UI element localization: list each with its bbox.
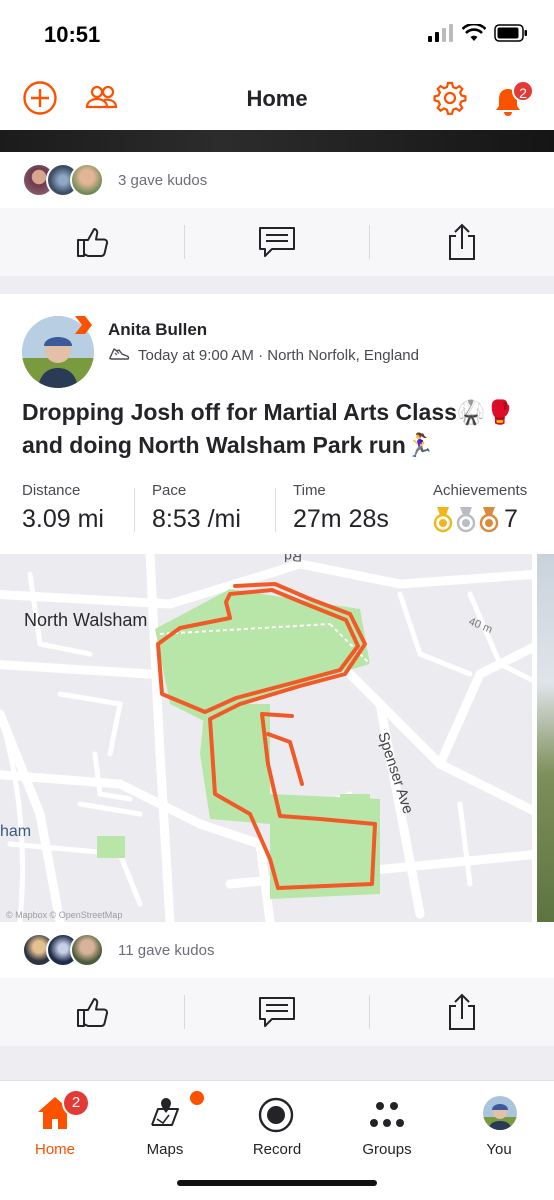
stat-value: 3.09 mi: [22, 505, 104, 533]
gold-medal-icon: [433, 506, 453, 532]
comment-icon: [259, 997, 295, 1027]
tab-label: Groups: [362, 1141, 412, 1158]
stat-label: Distance: [22, 482, 81, 499]
page-title: Home: [246, 86, 308, 111]
shoe-icon: [109, 348, 130, 360]
notifications-button[interactable]: 2: [492, 80, 534, 122]
divider: [275, 488, 276, 532]
stat-time: Time 27m 28s: [293, 482, 389, 534]
kudos-avatars: [22, 163, 104, 197]
map-road-label: Rd: [284, 554, 302, 565]
avatar: [70, 163, 104, 197]
kudos-count-text: 3 gave kudos: [118, 171, 208, 189]
map-attribution: © Mapbox © OpenStreetMap: [6, 910, 122, 920]
groups-icon: [370, 1102, 404, 1127]
silver-medal-icon: [456, 506, 476, 532]
stat-distance: Distance 3.09 mi: [22, 482, 104, 534]
stat-value: 8:53 /mi: [152, 505, 241, 533]
kudos-button[interactable]: [0, 978, 184, 1046]
settings-gear-icon[interactable]: [432, 80, 468, 116]
activity-map[interactable]: North Walsham ham Rd Spenser Ave 40 m © …: [0, 554, 532, 922]
achievement-medals: 7: [433, 505, 527, 534]
status-time: 10:51: [44, 22, 101, 47]
comment-icon: [259, 227, 295, 257]
map-edge-label: ham: [0, 823, 31, 840]
previous-kudos-row[interactable]: 3 gave kudos: [0, 152, 554, 208]
thumbs-up-icon: [77, 228, 109, 257]
maps-icon: [151, 1098, 179, 1126]
activity-photo-peek[interactable]: [537, 554, 554, 922]
share-button[interactable]: [370, 978, 554, 1046]
tab-maps[interactable]: Maps: [110, 1089, 220, 1165]
activity-card-header[interactable]: Anita Bullen Today at 9:00 AM · North No…: [0, 294, 554, 554]
maps-new-dot: [190, 1091, 204, 1105]
previous-action-bar: [0, 208, 554, 276]
tab-label: Home: [34, 1141, 75, 1158]
previous-post-photo[interactable]: [0, 130, 554, 152]
tab-label: Maps: [146, 1141, 184, 1158]
thumbs-up-icon: [77, 998, 109, 1027]
subscriber-badge-icon: [75, 316, 92, 334]
feed-separator: [0, 1046, 554, 1080]
stat-label: Time: [293, 482, 326, 499]
status-bar: 10:51: [0, 0, 554, 66]
signal-icon: [428, 24, 453, 42]
kudos-button[interactable]: [0, 208, 184, 276]
battery-icon: [494, 24, 527, 42]
divider: [134, 488, 135, 532]
share-icon: [449, 993, 475, 1030]
activity-kudos-row[interactable]: 11 gave kudos: [0, 922, 554, 978]
share-icon: [449, 223, 475, 260]
status-icons: [428, 24, 528, 42]
stat-pace: Pace 8:53 /mi: [152, 482, 241, 534]
record-icon: [258, 1097, 294, 1133]
tab-record[interactable]: Record: [222, 1089, 332, 1165]
tab-label: Record: [252, 1141, 302, 1158]
athlete-name[interactable]: Anita Bullen: [108, 320, 207, 340]
comment-button[interactable]: [185, 208, 369, 276]
route-map: North Walsham ham Rd Spenser Ave 40 m © …: [0, 554, 532, 922]
home-badge: 2: [62, 1089, 90, 1117]
top-app-bar: Home 2: [0, 66, 554, 130]
tab-home[interactable]: 2 Home: [0, 1089, 110, 1165]
wifi-icon: [462, 24, 486, 41]
activity-time-location: Today at 9:00 AM · North Norfolk, Englan…: [138, 346, 419, 364]
tab-groups[interactable]: Groups: [332, 1089, 442, 1165]
notification-badge: 2: [512, 80, 534, 102]
achievement-count: 7: [504, 505, 518, 533]
activity-stats: Distance 3.09 mi Pace 8:53 /mi Time 27m …: [22, 482, 534, 534]
bronze-medal-icon: [479, 506, 499, 532]
avatar: [70, 933, 104, 967]
profile-avatar: [483, 1096, 517, 1130]
feed-separator: [0, 276, 554, 294]
stat-label: Pace: [152, 482, 187, 499]
kudos-avatars: [22, 933, 104, 967]
map-town-label: North Walsham: [24, 610, 147, 630]
activity-action-bar: [0, 978, 554, 1046]
stat-achievements[interactable]: Achievements 7: [433, 482, 527, 534]
comment-button[interactable]: [185, 978, 369, 1046]
stat-value: 27m 28s: [293, 505, 389, 533]
activity-title[interactable]: Dropping Josh off for Martial Arts Class…: [22, 396, 542, 462]
stat-label: Achievements: [433, 482, 528, 499]
tab-you[interactable]: You: [444, 1089, 554, 1165]
activity-meta: Today at 9:00 AM · North Norfolk, Englan…: [108, 346, 419, 364]
kudos-count-text: 11 gave kudos: [118, 941, 215, 959]
tab-label: You: [486, 1141, 512, 1158]
home-indicator: [177, 1180, 377, 1186]
share-button[interactable]: [370, 208, 554, 276]
